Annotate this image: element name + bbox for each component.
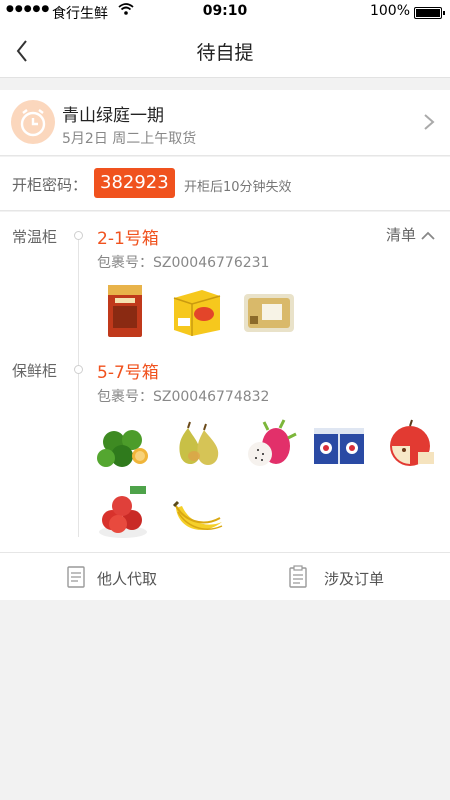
locker-type: 常温柜 — [12, 228, 58, 246]
related-orders-button[interactable]: 涉及订单 — [225, 553, 450, 601]
red-apples-image — [94, 484, 152, 542]
document-icon — [67, 566, 85, 588]
dragon-fruit-image — [240, 416, 298, 474]
locker-code-row: 开柜密码： 382923 开柜后10分钟失效 — [0, 157, 450, 211]
nav-bar: 待自提 — [0, 24, 450, 78]
locker-code-hint: 开柜后10分钟失效 — [184, 180, 292, 195]
parcel-number: 包裹号：SZ00046776231 — [97, 255, 270, 271]
alarm-clock-icon — [11, 100, 55, 144]
related-orders-label: 涉及订单 — [324, 570, 385, 588]
list-toggle-label: 清单 — [385, 226, 416, 244]
locker-list: 常温柜 2-1号箱 包裹号：SZ00046776231 清单 保鲜柜 5-7号箱… — [0, 212, 450, 552]
timeline-dot — [74, 365, 83, 374]
parcel-number: 包裹号：SZ00046774832 — [97, 389, 270, 405]
pickup-location-row[interactable]: 青山绿庭一期 5月2日 周二上午取货 — [0, 90, 450, 156]
action-bar: 他人代取 涉及订单 — [0, 552, 450, 600]
pickup-location-name: 青山绿庭一期 — [62, 106, 164, 126]
proxy-pickup-label: 他人代取 — [97, 570, 158, 588]
yogurt-pack-image — [310, 416, 368, 474]
locker-code-badge: 382923 — [94, 168, 175, 198]
chevron-right-icon — [422, 112, 436, 132]
battery-icon — [414, 7, 445, 19]
timeline-line — [78, 232, 79, 537]
green-oranges-image — [94, 416, 152, 474]
pickup-date: 5月2日 周二上午取货 — [62, 131, 197, 147]
tissue-pack-image — [240, 282, 298, 340]
clipboard-icon — [289, 565, 307, 588]
list-toggle-button[interactable]: 清单 — [386, 224, 436, 245]
box-number: 2-1号箱 — [97, 229, 159, 249]
proxy-pickup-button[interactable]: 他人代取 — [0, 553, 225, 601]
biscuit-box-image — [168, 282, 226, 340]
spicy-snack-bag-image — [96, 282, 154, 340]
locker-code-label: 开柜密码： — [12, 176, 88, 194]
box-number: 5-7号箱 — [97, 363, 159, 383]
chevron-up-icon — [421, 231, 435, 240]
page-title: 待自提 — [196, 42, 254, 64]
apple-image — [382, 416, 440, 474]
status-bar: ●●●●● 食行生鲜 09:10 100% — [0, 0, 450, 24]
timeline-dot — [74, 231, 83, 240]
bananas-image — [168, 484, 226, 542]
locker-type: 保鲜柜 — [12, 362, 58, 380]
battery-percent: 100% — [369, 3, 410, 19]
pears-image — [168, 416, 226, 474]
